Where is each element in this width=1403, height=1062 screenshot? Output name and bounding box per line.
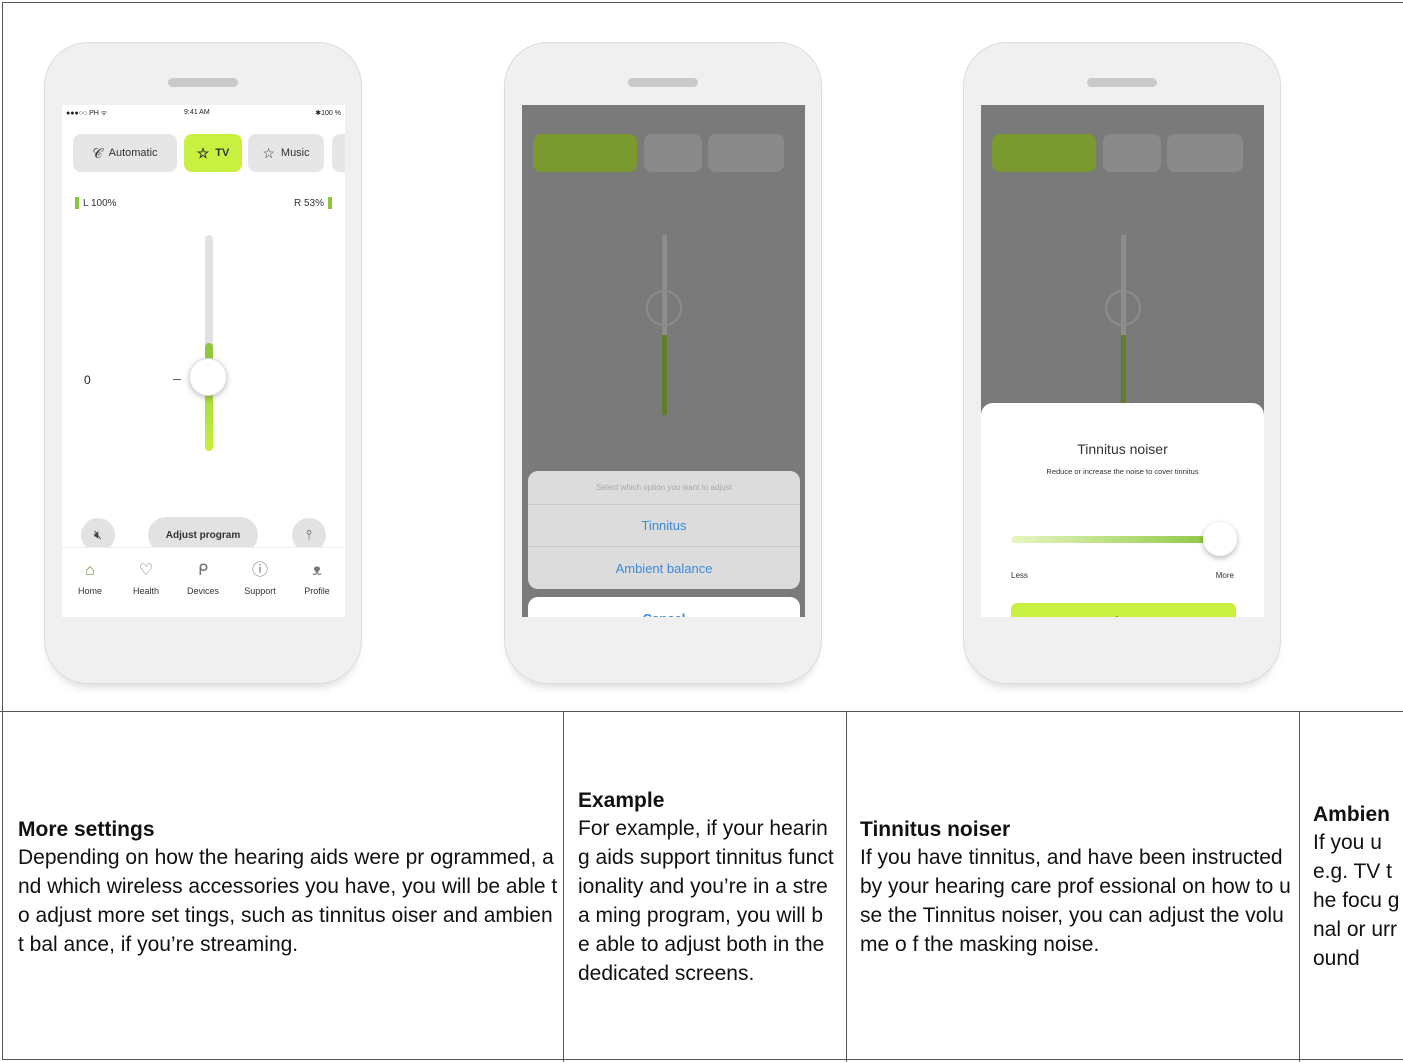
carrier-text: ●●●○○ PH ᯤ <box>66 110 108 117</box>
cell-title: Example <box>578 788 665 812</box>
question-icon: ⓘ <box>251 562 268 579</box>
battery-icon <box>75 197 79 209</box>
cell-title: Ambien <box>1313 803 1391 826</box>
cell-body: For example, if your hearing aids suppor… <box>578 816 834 985</box>
slider-max-label: More <box>1215 571 1234 580</box>
description-cell: Tinnitus noiser If you have tinnitus, an… <box>860 715 1292 1059</box>
phone-speaker <box>1087 78 1157 87</box>
description-cell: Ambien If you u e.g. TV the focu gnal or… <box>1313 715 1403 1059</box>
cell-title: Tinnitus noiser <box>860 817 1011 841</box>
nav-label: Devices <box>186 586 219 596</box>
tinnitus-modal: Tinnitus noiser Reduce or increase the n… <box>981 403 1264 617</box>
cell-body: If you u e.g. TV the focu gnal or urroun… <box>1313 831 1400 970</box>
battery-status-text: ✱100 % <box>315 110 341 117</box>
battery-right: R 53% <box>294 197 332 209</box>
battery-right-text: R 53% <box>293 197 324 209</box>
modal-title: Tinnitus noiser <box>1077 441 1168 457</box>
program-label: TV <box>215 147 230 159</box>
cell-title: More settings <box>18 817 155 841</box>
program-label: Automatic <box>108 147 158 159</box>
ear-icon: 𝒞 <box>92 144 103 161</box>
program-chip-dimmed <box>533 134 637 172</box>
nav-label: Health <box>132 586 159 596</box>
program-chip-music[interactable]: ☆ Music <box>248 134 324 172</box>
home-screen: ●●●○○ PH ᯤ 9:41 AM ✱100 % 𝒞 Automatic ☆ … <box>62 105 345 617</box>
program-chip-dimmed <box>1167 134 1243 172</box>
nav-devices[interactable]: ᑭ Devices <box>175 562 231 596</box>
minus-tick: – <box>173 370 181 386</box>
star-icon: ☆ <box>262 144 275 161</box>
battery-left-text: L 100% <box>83 197 117 209</box>
tinnitus-screen: Tinnitus noiser Reduce or increase the n… <box>981 105 1264 617</box>
volume-slider-knob[interactable] <box>189 358 227 396</box>
volume-knob-dimmed <box>646 290 682 326</box>
program-chip-automatic[interactable]: 𝒞 Automatic <box>73 134 177 172</box>
nav-profile[interactable]: ᴥ Profile <box>289 562 345 596</box>
tinnitus-slider[interactable] <box>1011 536 1221 543</box>
clock-text: 9:41 AM <box>184 109 210 116</box>
nav-label: Support <box>244 586 276 596</box>
hearing-aid-icon: ᑭ <box>197 562 209 579</box>
program-chip-tv[interactable]: ☆ TV <box>184 134 242 172</box>
program-chip-dimmed <box>644 134 702 172</box>
program-chip-more[interactable] <box>332 134 345 172</box>
sliders-icon: ⫯ <box>306 527 312 542</box>
option-tinnitus[interactable]: Tinnitus <box>528 505 800 547</box>
nav-home[interactable]: ⌂ Home <box>62 562 118 596</box>
battery-icon <box>328 197 332 209</box>
program-chip-dimmed <box>992 134 1096 172</box>
home-icon: ⌂ <box>85 562 95 579</box>
volume-value: 0 <box>84 373 91 387</box>
speaker-mute-icon: 🔇︎ <box>93 527 103 542</box>
status-bar: ●●●○○ PH ᯤ 9:41 AM ✱100 % <box>62 105 345 121</box>
nav-support[interactable]: ⓘ Support <box>232 562 288 596</box>
cell-body: Depending on how the hearing aids were p… <box>18 845 558 956</box>
program-label: Music <box>280 147 310 159</box>
slider-min-label: Less <box>1011 571 1028 580</box>
star-icon: ☆ <box>196 144 210 161</box>
volume-slider[interactable] <box>205 235 213 451</box>
action-sheet-title: Select which option you want to adjust <box>528 471 800 505</box>
close-button[interactable]: Close <box>1011 603 1236 617</box>
phone-mockup-tinnitus: Tinnitus noiser Reduce or increase the n… <box>963 42 1281 684</box>
person-icon: ᴥ <box>312 562 322 579</box>
column-divider <box>846 711 847 1062</box>
modal-subtitle: Reduce or increase the noise to cover ti… <box>1046 467 1199 476</box>
nav-health[interactable]: ♡ Health <box>118 562 174 596</box>
heart-icon: ♡ <box>138 562 154 579</box>
nav-label: Profile <box>304 586 330 596</box>
cancel-button[interactable]: Cancel <box>528 597 800 617</box>
volume-fill-dimmed <box>662 335 667 415</box>
phone-mockup-home: ●●●○○ PH ᯤ 9:41 AM ✱100 % 𝒞 Automatic ☆ … <box>44 42 362 684</box>
column-divider <box>563 711 564 1062</box>
program-chip-dimmed <box>1103 134 1161 172</box>
battery-left: L 100% <box>75 197 117 209</box>
tinnitus-slider-knob[interactable] <box>1203 522 1237 556</box>
volume-knob-dimmed <box>1105 290 1141 326</box>
nav-label: Home <box>77 586 102 596</box>
row-divider <box>0 711 1403 712</box>
option-ambient-balance[interactable]: Ambient balance <box>528 547 800 589</box>
bottom-nav: ⌂ Home ♡ Health ᑭ Devices ⓘ Support ᴥ Pr… <box>62 547 345 617</box>
phone-mockup-options: Select which option you want to adjust T… <box>504 42 822 684</box>
description-cell: More settings Depending on how the heari… <box>18 715 558 1059</box>
options-screen: Select which option you want to adjust T… <box>522 105 805 617</box>
phone-speaker <box>168 78 238 87</box>
cell-body: If you have tinnitus, and have been inst… <box>860 845 1291 956</box>
action-sheet: Select which option you want to adjust T… <box>528 471 800 589</box>
column-divider <box>1299 711 1300 1062</box>
program-chip-dimmed <box>708 134 784 172</box>
description-cell: Example For example, if your hearing aid… <box>578 715 834 1059</box>
phone-speaker <box>628 78 698 87</box>
